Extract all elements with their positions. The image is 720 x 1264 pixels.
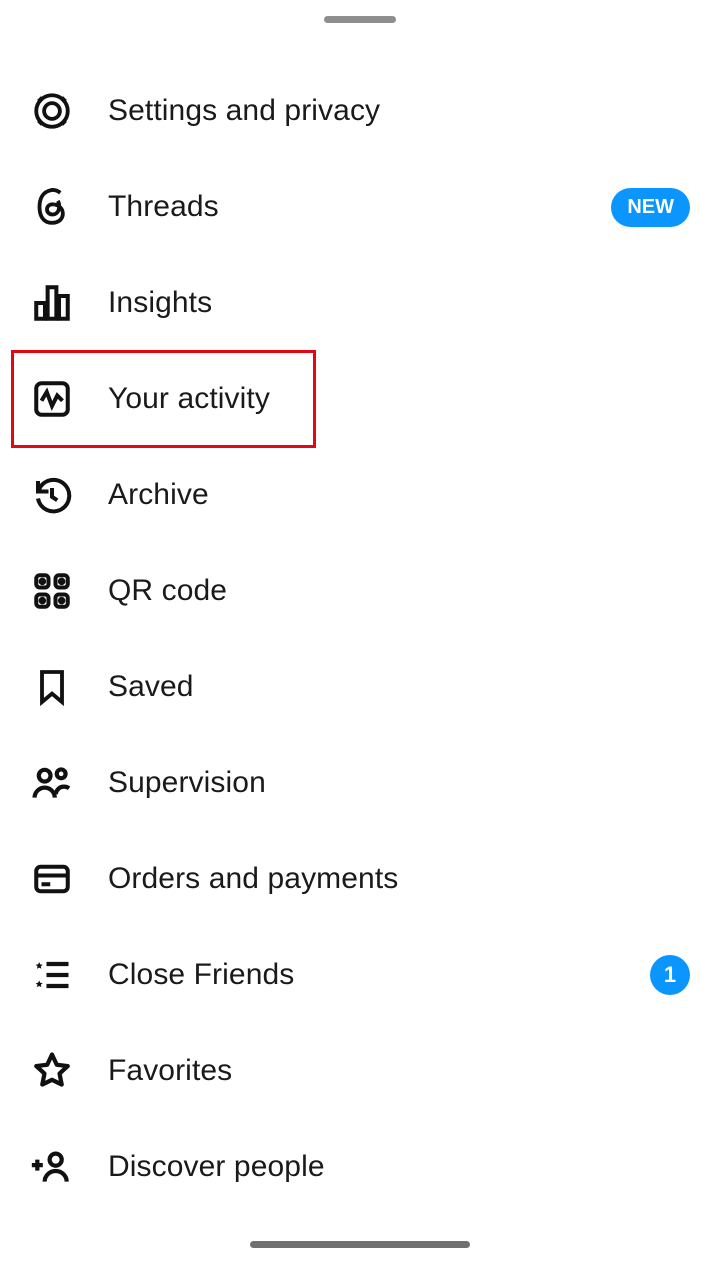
- menu-item-label: Settings and privacy: [108, 94, 690, 128]
- bottom-sheet: Settings and privacy Threads NEW Insight…: [0, 0, 720, 1264]
- menu-item-your-activity[interactable]: Your activity: [12, 351, 315, 447]
- menu-item-label: QR code: [108, 574, 690, 608]
- menu-item-label: Your activity: [108, 382, 315, 416]
- menu-item-favorites[interactable]: Favorites: [30, 1023, 690, 1119]
- menu-item-saved[interactable]: Saved: [30, 639, 690, 735]
- menu-item-label: Threads: [108, 190, 577, 224]
- menu-item-label: Archive: [108, 478, 690, 512]
- bar-chart-icon: [30, 281, 74, 325]
- credit-card-icon: [30, 857, 74, 901]
- menu-item-close-friends[interactable]: Close Friends 1: [30, 927, 690, 1023]
- menu-item-qr-code[interactable]: QR code: [30, 543, 690, 639]
- menu-item-orders-payments[interactable]: Orders and payments: [30, 831, 690, 927]
- new-badge: NEW: [611, 188, 690, 227]
- menu-item-label: Saved: [108, 670, 690, 704]
- star-list-icon: [30, 953, 74, 997]
- family-icon: [30, 761, 74, 805]
- menu-item-label: Orders and payments: [108, 862, 690, 896]
- menu-item-label: Insights: [108, 286, 690, 320]
- menu-item-threads[interactable]: Threads NEW: [30, 159, 690, 255]
- menu-item-insights[interactable]: Insights: [30, 255, 690, 351]
- bookmark-icon: [30, 665, 74, 709]
- menu-item-label: Discover people: [108, 1150, 690, 1184]
- menu-item-label: Supervision: [108, 766, 690, 800]
- qr-code-icon: [30, 569, 74, 613]
- star-icon: [30, 1049, 74, 1093]
- menu-item-discover-people[interactable]: Discover people: [30, 1119, 690, 1215]
- gear-icon: [30, 89, 74, 133]
- drag-handle[interactable]: [324, 16, 396, 23]
- threads-icon: [30, 185, 74, 229]
- menu-item-label: Close Friends: [108, 958, 616, 992]
- menu-list: Settings and privacy Threads NEW Insight…: [0, 63, 720, 1215]
- home-indicator[interactable]: [250, 1241, 470, 1248]
- activity-icon: [30, 377, 74, 421]
- menu-item-supervision[interactable]: Supervision: [30, 735, 690, 831]
- history-icon: [30, 473, 74, 517]
- menu-item-label: Favorites: [108, 1054, 690, 1088]
- count-badge: 1: [650, 955, 690, 995]
- menu-item-archive[interactable]: Archive: [30, 447, 690, 543]
- add-person-icon: [30, 1145, 74, 1189]
- menu-item-settings-privacy[interactable]: Settings and privacy: [30, 63, 690, 159]
